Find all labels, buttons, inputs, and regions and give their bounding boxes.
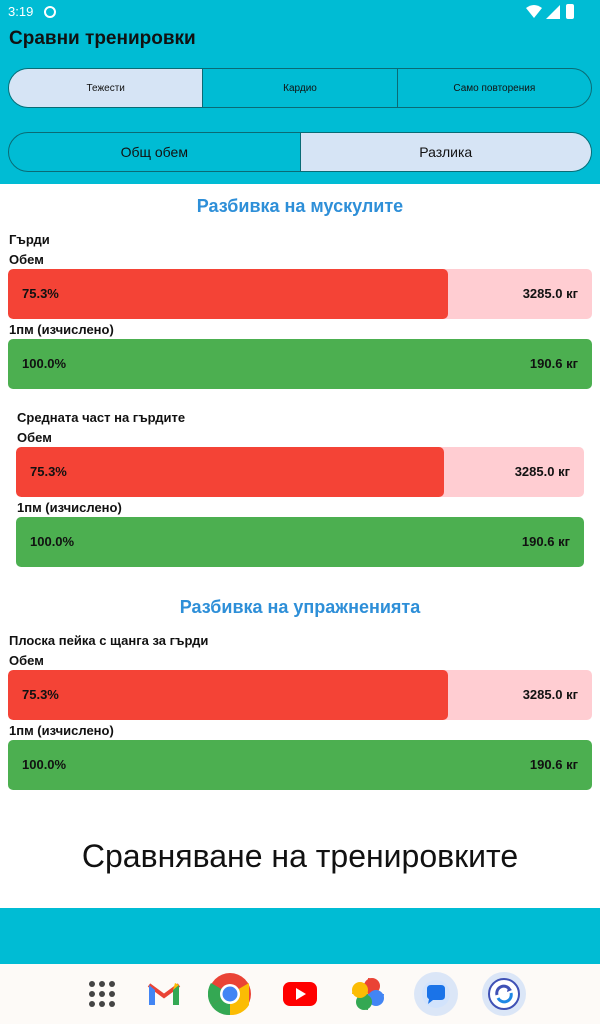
group-name: Плоска пейка с щанга за гърди [9,633,209,648]
volume-label: Обем [9,252,44,267]
category-tabs: Тежести Кардио Само повторения [8,68,592,108]
volume-bar-fill [16,447,444,497]
bottom-band [0,908,600,964]
exercise-section-title: Разбивка на упражненията [179,597,421,617]
orm-value: 190.6 кг [529,757,578,772]
page-title: Сравни тренировки [9,28,196,49]
volume-percent: 75.3% [22,286,59,301]
sync-app-icon[interactable] [482,972,526,1016]
orm-percent: 100.0% [22,356,67,371]
sync-icon [44,6,56,18]
orm-label: 1пм (изчислено) [9,322,114,337]
tab-cardio[interactable]: Кардио [203,69,398,107]
volume-label: Обем [9,653,44,668]
tab-total-volume[interactable]: Общ обем [9,133,301,171]
photos-icon[interactable] [346,972,390,1016]
status-bar: 3:19 [0,0,600,24]
volume-label: Обем [17,430,52,445]
volume-value: 3285.0 кг [514,464,570,479]
mode-tabs: Общ обем Разлика [8,132,592,172]
orm-bar: 100.0% 190.6 кг [16,517,584,567]
gmail-icon[interactable] [142,972,186,1016]
tab-difference[interactable]: Разлика [300,133,591,171]
volume-percent: 75.3% [30,464,67,479]
orm-label: 1пм (изчислено) [9,723,114,738]
orm-label: 1пм (изчислено) [17,500,122,515]
volume-percent: 75.3% [22,687,59,702]
app-drawer-icon[interactable] [80,972,124,1016]
orm-percent: 100.0% [30,534,75,549]
tab-reps-only[interactable]: Само повторения [398,69,591,107]
volume-bar-fill [8,269,448,319]
signal-icon [546,5,560,19]
orm-bar: 100.0% 190.6 кг [8,339,592,389]
orm-value: 190.6 кг [521,534,570,549]
volume-bar: 75.3% 3285.0 кг [16,447,584,497]
volume-bar-fill [8,670,448,720]
compare-workouts-label: Сравняване на тренировките [81,838,519,874]
volume-value: 3285.0 кг [522,687,578,702]
orm-value: 190.6 кг [529,356,578,371]
youtube-icon[interactable] [278,972,322,1016]
messages-icon[interactable] [414,972,458,1016]
app-header: 3:19 Сравни тренировки Тежести Кардио Са… [0,0,600,184]
orm-bar: 100.0% 190.6 кг [8,740,592,790]
navigation-bar [0,964,600,1024]
chrome-icon[interactable] [208,972,252,1016]
status-time: 3:19 [8,4,34,19]
muscle-section-title: Разбивка на мускулите [196,196,404,216]
battery-icon [566,4,574,19]
volume-bar: 75.3% 3285.0 кг [8,670,592,720]
volume-value: 3285.0 кг [522,286,578,301]
group-name: Средната част на гърдите [17,410,186,425]
group-name: Гърди [9,232,50,247]
volume-bar: 75.3% 3285.0 кг [8,269,592,319]
wifi-icon [526,5,542,18]
orm-percent: 100.0% [22,757,67,772]
tab-weights[interactable]: Тежести [9,69,204,107]
